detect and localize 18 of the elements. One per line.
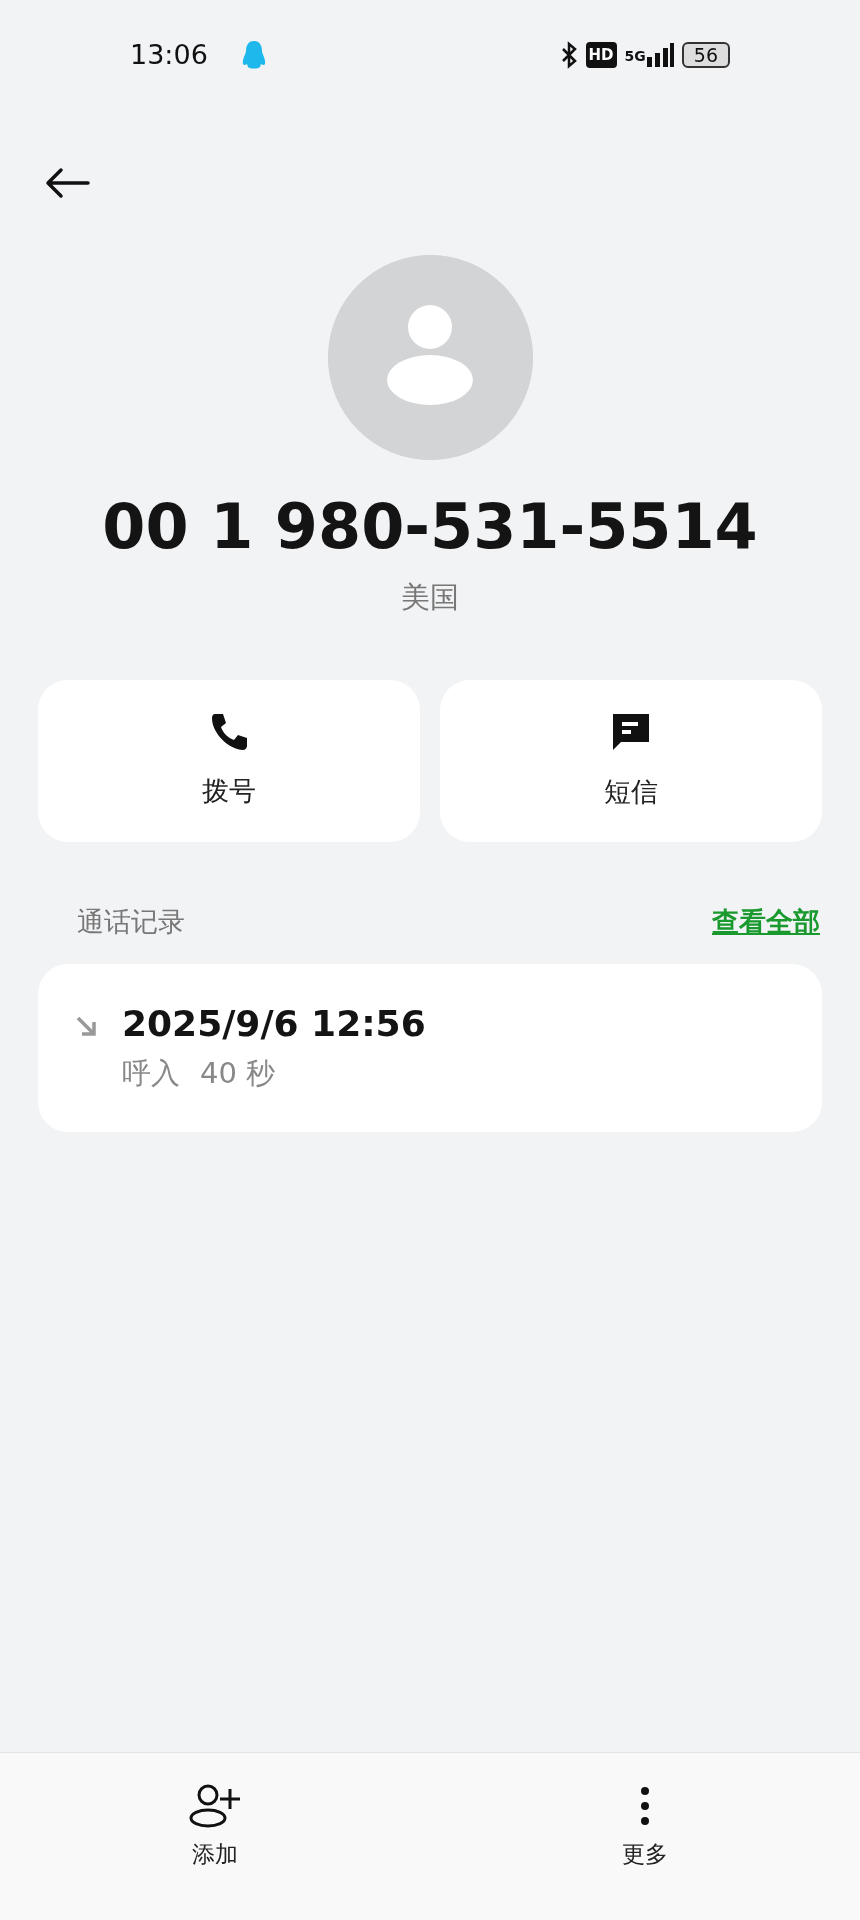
call-duration: 40 秒 bbox=[200, 1054, 276, 1092]
call-direction-icon bbox=[74, 1014, 98, 1039]
message-button[interactable]: 短信 bbox=[440, 679, 822, 842]
battery-level: 56 bbox=[681, 41, 730, 69]
dial-button[interactable]: 拨号 bbox=[38, 679, 420, 842]
call-type: 呼入 bbox=[122, 1054, 180, 1092]
phone-number: 00 1 980-531-5514 bbox=[102, 490, 758, 565]
status-time: 13:06 bbox=[130, 37, 208, 72]
add-button[interactable]: 添加 bbox=[0, 1753, 430, 1920]
more-button[interactable]: 更多 bbox=[430, 1753, 860, 1920]
call-datetime: 2025/9/6 12:56 bbox=[122, 1002, 426, 1046]
bluetooth-icon bbox=[559, 41, 578, 69]
hd-badge: HD bbox=[585, 41, 617, 69]
section-title: 通话记录 bbox=[77, 904, 185, 939]
location-label: 美国 bbox=[401, 579, 459, 617]
call-log-entry[interactable]: 2025/9/6 12:56 呼入 40 秒 bbox=[38, 964, 822, 1133]
back-button[interactable] bbox=[44, 166, 90, 199]
add-contact-icon bbox=[188, 1782, 242, 1829]
